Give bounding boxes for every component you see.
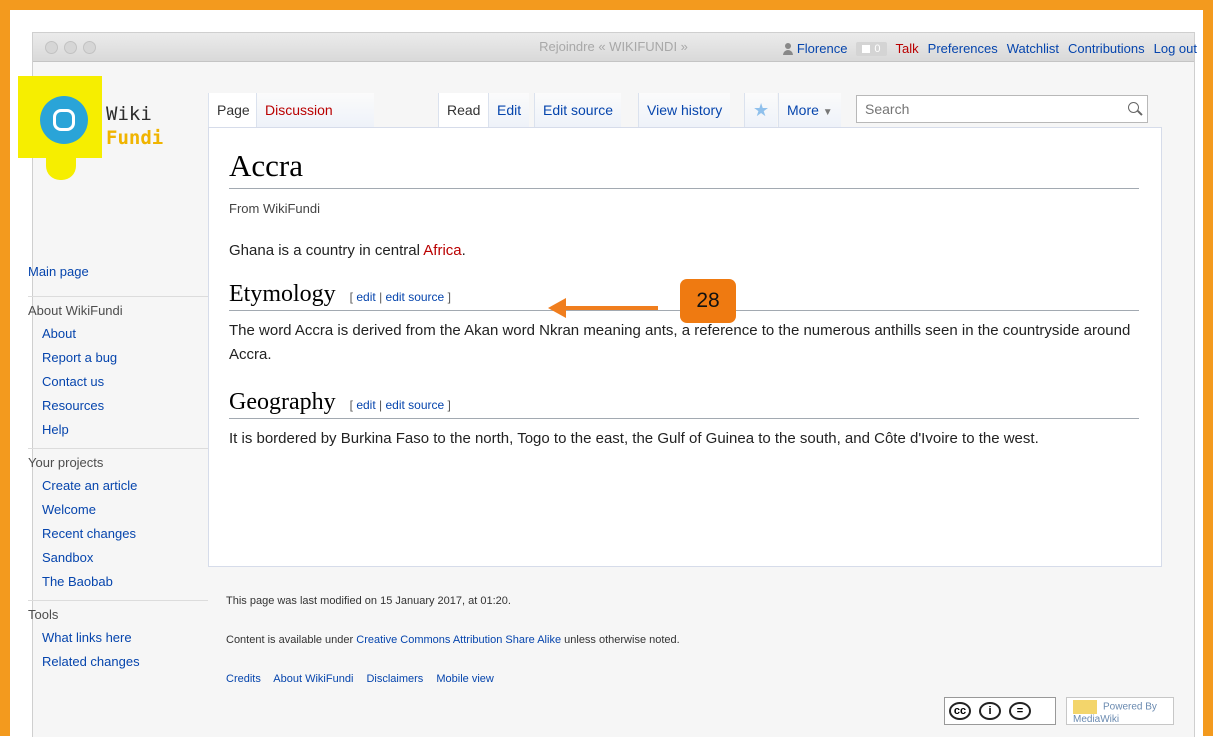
user-name: Florence <box>796 41 848 56</box>
page-footer: This page was last modified on 15 Januar… <box>226 589 1146 706</box>
preferences-link[interactable]: Preferences <box>928 41 998 56</box>
search-input[interactable] <box>857 96 1123 122</box>
section-edit-link[interactable]: edit <box>356 398 375 412</box>
sidebar-section-about: About WikiFundi About Report a bug Conta… <box>28 296 208 442</box>
sidebar-item-welcome[interactable]: Welcome <box>42 498 208 522</box>
logo-icon <box>40 96 88 144</box>
sidebar-section-title: About WikiFundi <box>28 303 123 318</box>
footer-link-disclaimers[interactable]: Disclaimers <box>366 673 423 685</box>
logo-text-fundi: Fundi <box>106 127 164 149</box>
user-icon <box>782 42 793 55</box>
bracket: ] <box>447 290 451 304</box>
sidebar-item-related-changes[interactable]: Related changes <box>42 650 208 674</box>
section-edit-link[interactable]: edit <box>356 290 375 304</box>
powered-by-mediawiki-badge[interactable]: Powered By MediaWiki <box>1066 697 1174 725</box>
notifications-badge[interactable]: 0 <box>856 41 887 56</box>
sidebar-item-main-page[interactable]: Main page <box>28 260 208 284</box>
sidebar-section-title: Tools <box>28 607 59 622</box>
search-box <box>856 95 1148 123</box>
license-suffix: unless otherwise noted. <box>561 634 680 646</box>
logo-text: Wiki Fundi <box>106 102 163 150</box>
footer-link-about[interactable]: About WikiFundi <box>273 673 353 685</box>
license-prefix: Content is available under <box>226 634 357 646</box>
bracket: ] <box>447 398 451 412</box>
tab-edit[interactable]: Edit <box>488 93 530 127</box>
tab-edit-source[interactable]: Edit source <box>534 93 622 127</box>
watchlist-link[interactable]: Watchlist <box>1007 41 1059 56</box>
license-notice: Content is available under Creative Comm… <box>226 628 1146 652</box>
separator: | <box>379 398 383 412</box>
section-title: Etymology <box>229 281 336 307</box>
page-tabs: Page Discussion Read Edit Edit source Vi… <box>208 93 1148 127</box>
star-icon: ★ <box>753 100 770 120</box>
intro-paragraph: Ghana is a country in central Africa. <box>229 239 1139 263</box>
page-title: Accra <box>229 148 1139 189</box>
sidebar-item-contact[interactable]: Contact us <box>42 370 208 394</box>
watch-star-button[interactable]: ★ <box>744 93 778 127</box>
section-title: Geography <box>229 389 336 415</box>
site-subtitle: From WikiFundi <box>229 201 321 216</box>
section-heading-geography: Geography [ edit | edit source ] <box>229 389 1139 419</box>
sidebar-item-create-article[interactable]: Create an article <box>42 474 208 498</box>
intro-text: Ghana is a country in central <box>229 242 424 259</box>
annotation-step-badge: 28 <box>680 279 736 323</box>
license-link[interactable]: Creative Commons Attribution Share Alike <box>356 634 561 646</box>
footer-link-mobile-view[interactable]: Mobile view <box>436 673 493 685</box>
user-link[interactable]: Florence <box>782 41 848 56</box>
share-alike-icon: = <box>1009 702 1031 720</box>
section-edit-source-link[interactable]: edit source <box>386 290 445 304</box>
sidebar-item-sandbox[interactable]: Sandbox <box>42 546 208 570</box>
sidebar-item-report-bug[interactable]: Report a bug <box>42 346 208 370</box>
notification-icon <box>862 44 871 53</box>
sidebar-section-tools: Tools What links here Related changes <box>28 600 208 674</box>
attribution-icon: i <box>979 702 1001 720</box>
site-logo[interactable]: Wiki Fundi <box>18 76 166 184</box>
logo-text-wiki: Wiki <box>106 103 152 125</box>
notification-count: 0 <box>874 42 881 55</box>
creative-commons-badge[interactable]: cc i = <box>944 697 1056 725</box>
footer-link-credits[interactable]: Credits <box>226 673 261 685</box>
last-modified: This page was last modified on 15 Januar… <box>226 595 511 607</box>
article-content: Accra From WikiFundi Ghana is a country … <box>208 127 1162 567</box>
footer-links: Credits About WikiFundi Disclaimers Mobi… <box>226 667 1146 691</box>
contributions-link[interactable]: Contributions <box>1068 41 1145 56</box>
separator: | <box>379 290 383 304</box>
tab-read[interactable]: Read <box>438 93 489 127</box>
sidebar-section-projects: Your projects Create an article Welcome … <box>28 448 208 594</box>
sidebar-item-help[interactable]: Help <box>42 418 208 442</box>
personal-tools: Florence 0 Talk Preferences Watchlist Co… <box>782 41 1197 56</box>
sidebar: Main page About WikiFundi About Report a… <box>28 260 208 680</box>
annotation-arrow <box>548 298 658 318</box>
sidebar-item-about[interactable]: About <box>42 322 208 346</box>
arrow-line <box>564 306 658 310</box>
section-edit-links: [ edit | edit source ] <box>350 398 451 412</box>
tab-view-history[interactable]: View history <box>638 93 731 127</box>
bracket: [ <box>349 290 354 304</box>
etymology-paragraph: The word Accra is derived from the Akan … <box>229 322 1131 363</box>
talk-link[interactable]: Talk <box>896 41 919 56</box>
sidebar-item-resources[interactable]: Resources <box>42 394 208 418</box>
section-edit-source-link[interactable]: edit source <box>386 398 445 412</box>
tab-page[interactable]: Page <box>208 93 258 127</box>
logo-puzzle-tab <box>46 156 76 180</box>
chevron-down-icon: ▼ <box>822 107 833 118</box>
geography-paragraph: It is bordered by Burkina Faso to the no… <box>229 430 1039 447</box>
sidebar-item-baobab[interactable]: The Baobab <box>42 570 208 594</box>
tab-discussion[interactable]: Discussion <box>256 93 374 127</box>
intro-end: . <box>461 242 466 259</box>
logout-link[interactable]: Log out <box>1154 41 1197 56</box>
search-icon[interactable] <box>1128 102 1139 113</box>
more-label: More <box>787 102 819 118</box>
bracket: [ <box>349 398 353 412</box>
sidebar-item-what-links-here[interactable]: What links here <box>42 626 208 650</box>
more-menu[interactable]: More ▼ <box>778 93 841 127</box>
mediawiki-logo-icon <box>1073 700 1097 714</box>
sidebar-section-title: Your projects <box>28 455 104 470</box>
sidebar-item-recent-changes[interactable]: Recent changes <box>42 522 208 546</box>
section-edit-links: [ edit | edit source ] <box>350 290 451 304</box>
cc-icon: cc <box>949 702 971 720</box>
africa-link[interactable]: Africa <box>423 242 461 259</box>
